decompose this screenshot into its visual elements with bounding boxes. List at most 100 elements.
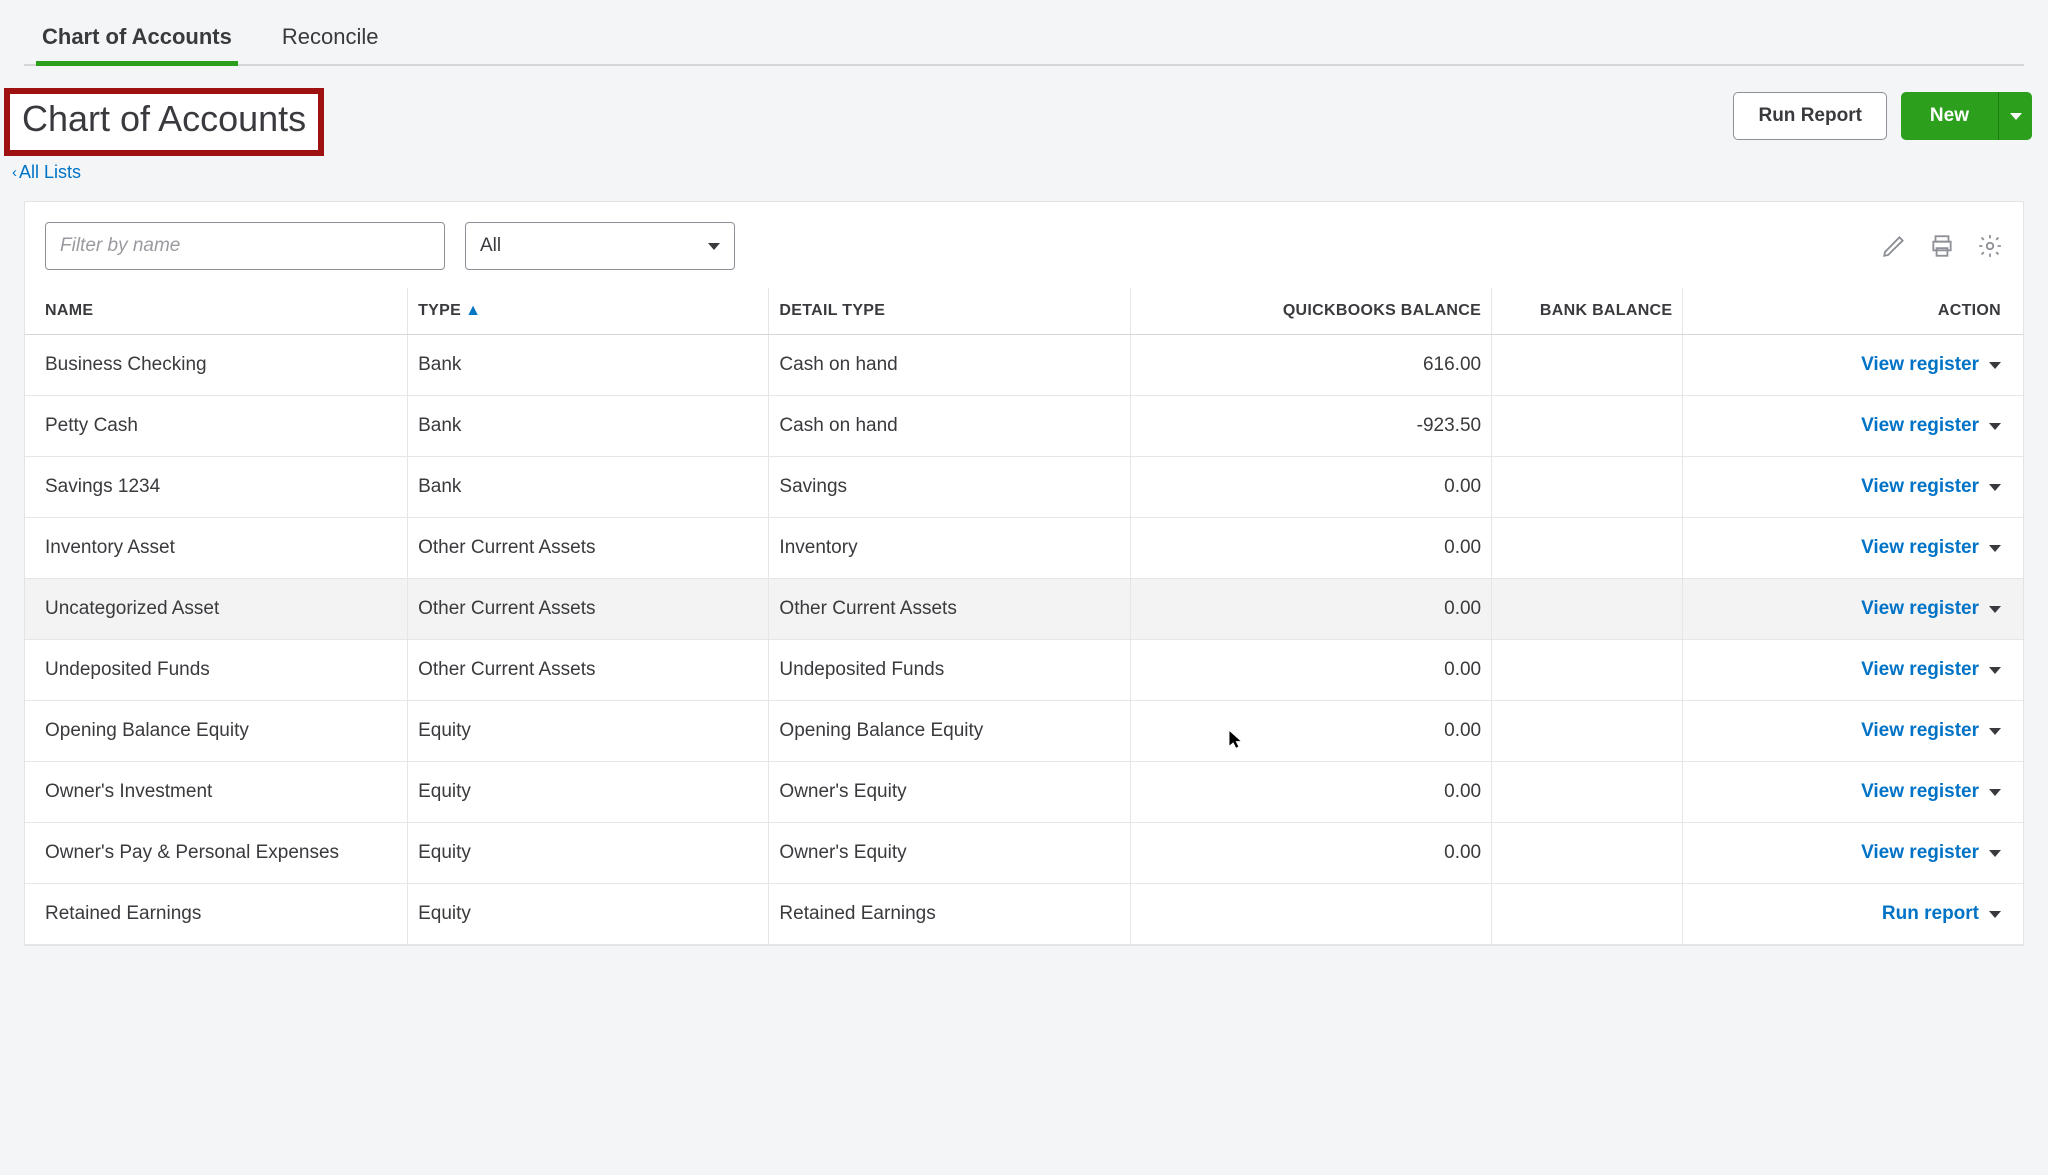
row-action-link[interactable]: View register: [1861, 842, 2001, 864]
column-bank-balance-header[interactable]: BANK BALANCE: [1492, 288, 1683, 335]
tab-chart-of-accounts[interactable]: Chart of Accounts: [42, 24, 232, 64]
row-action-link[interactable]: View register: [1861, 781, 2001, 803]
cell-type: Bank: [408, 335, 769, 396]
cell-detail-type: Undeposited Funds: [769, 640, 1130, 701]
cell-bank-balance: [1492, 396, 1683, 457]
cell-detail-type: Cash on hand: [769, 396, 1130, 457]
column-name-header[interactable]: NAME: [25, 288, 408, 335]
row-action-link[interactable]: View register: [1861, 415, 2001, 437]
row-action-link[interactable]: View register: [1861, 537, 2001, 559]
cell-action: View register: [1683, 640, 2023, 701]
cell-bank-balance: [1492, 457, 1683, 518]
cell-name: Inventory Asset: [25, 518, 408, 579]
page-title: Chart of Accounts: [4, 88, 324, 156]
cell-bank-balance: [1492, 518, 1683, 579]
cell-bank-balance: [1492, 762, 1683, 823]
table-row[interactable]: Uncategorized AssetOther Current AssetsO…: [25, 579, 2023, 640]
chevron-down-icon: [1989, 850, 2001, 857]
cell-detail-type: Opening Balance Equity: [769, 701, 1130, 762]
row-action-link[interactable]: View register: [1861, 598, 2001, 620]
chevron-down-icon: [1989, 606, 2001, 613]
cell-type: Equity: [408, 884, 769, 945]
column-type-header[interactable]: TYPE▲: [408, 288, 769, 335]
cell-action: View register: [1683, 701, 2023, 762]
cell-quickbooks-balance: 0.00: [1130, 823, 1491, 884]
cell-detail-type: Cash on hand: [769, 335, 1130, 396]
cell-type: Bank: [408, 396, 769, 457]
chevron-down-icon: [1989, 362, 2001, 369]
cell-type: Equity: [408, 701, 769, 762]
row-action-link[interactable]: View register: [1861, 354, 2001, 376]
gear-icon[interactable]: [1977, 233, 2003, 259]
table-row[interactable]: Savings 1234BankSavings0.00View register: [25, 457, 2023, 518]
cell-bank-balance: [1492, 640, 1683, 701]
chevron-down-icon: [2010, 113, 2022, 120]
all-lists-link[interactable]: ‹ All Lists: [12, 162, 81, 183]
cell-name: Savings 1234: [25, 457, 408, 518]
tabs: Chart of Accounts Reconcile: [24, 0, 2024, 66]
cell-action: Run report: [1683, 884, 2023, 945]
table-row[interactable]: Owner's InvestmentEquityOwner's Equity0.…: [25, 762, 2023, 823]
filter-by-name-input[interactable]: [45, 222, 445, 270]
cell-type: Equity: [408, 823, 769, 884]
table-row[interactable]: Petty CashBankCash on hand-923.50 View re…: [25, 396, 2023, 457]
row-action-link[interactable]: View register: [1861, 476, 2001, 498]
cell-name: Opening Balance Equity: [25, 701, 408, 762]
cell-action: View register: [1683, 457, 2023, 518]
cell-action: View register: [1683, 762, 2023, 823]
table-row[interactable]: Owner's Pay & Personal ExpensesEquityOwn…: [25, 823, 2023, 884]
cell-detail-type: Owner's Equity: [769, 823, 1130, 884]
cell-action: View register: [1683, 335, 2023, 396]
column-quickbooks-balance-header[interactable]: QUICKBOOKS BALANCE: [1130, 288, 1491, 335]
edit-icon[interactable]: [1881, 233, 1907, 259]
cell-quickbooks-balance: 0.00: [1130, 640, 1491, 701]
chevron-down-icon: [1989, 484, 2001, 491]
chevron-down-icon: [708, 243, 720, 250]
cell-quickbooks-balance: 616.00: [1130, 335, 1491, 396]
cell-detail-type: Retained Earnings: [769, 884, 1130, 945]
chevron-down-icon: [1989, 667, 2001, 674]
cell-type: Other Current Assets: [408, 640, 769, 701]
accounts-card: All NAME TYPE▲: [24, 201, 2024, 946]
row-action-link[interactable]: View register: [1861, 659, 2001, 681]
cell-action: View register: [1683, 823, 2023, 884]
cell-name: Retained Earnings: [25, 884, 408, 945]
cell-quickbooks-balance: 0.00: [1130, 762, 1491, 823]
cell-name: Business Checking: [25, 335, 408, 396]
run-report-button[interactable]: Run Report: [1733, 92, 1886, 140]
tab-reconcile[interactable]: Reconcile: [282, 24, 379, 64]
cell-type: Equity: [408, 762, 769, 823]
print-icon[interactable]: [1929, 233, 1955, 259]
table-row[interactable]: Opening Balance EquityEquityOpening Bala…: [25, 701, 2023, 762]
cell-bank-balance: [1492, 579, 1683, 640]
cell-name: Uncategorized Asset: [25, 579, 408, 640]
cell-bank-balance: [1492, 823, 1683, 884]
chevron-down-icon: [1989, 728, 2001, 735]
cell-bank-balance: [1492, 335, 1683, 396]
cell-name: Petty Cash: [25, 396, 408, 457]
cell-detail-type: Savings: [769, 457, 1130, 518]
column-action-header: ACTION: [1683, 288, 2023, 335]
chevron-down-icon: [1989, 545, 2001, 552]
cell-name: Owner's Investment: [25, 762, 408, 823]
new-button[interactable]: New: [1901, 92, 1998, 140]
row-action-link[interactable]: View register: [1861, 720, 2001, 742]
type-filter-select[interactable]: All: [465, 222, 735, 270]
chevron-left-icon: ‹: [12, 164, 17, 181]
cell-detail-type: Inventory: [769, 518, 1130, 579]
cell-action: View register: [1683, 396, 2023, 457]
all-lists-label: All Lists: [19, 162, 81, 183]
chevron-down-icon: [1989, 911, 2001, 918]
type-filter-value: All: [480, 235, 501, 257]
cell-quickbooks-balance: -923.50: [1130, 396, 1491, 457]
column-detail-type-header[interactable]: DETAIL TYPE: [769, 288, 1130, 335]
table-row[interactable]: Inventory AssetOther Current AssetsInven…: [25, 518, 2023, 579]
sort-asc-icon: ▲: [465, 302, 481, 320]
cell-type: Other Current Assets: [408, 518, 769, 579]
row-action-link[interactable]: Run report: [1882, 903, 2001, 925]
cell-bank-balance: [1492, 884, 1683, 945]
table-row[interactable]: Business CheckingBankCash on hand616.00 V…: [25, 335, 2023, 396]
new-button-dropdown[interactable]: [1998, 92, 2032, 140]
table-row[interactable]: Retained EarningsEquityRetained Earnings…: [25, 884, 2023, 945]
table-row[interactable]: Undeposited FundsOther Current AssetsUnd…: [25, 640, 2023, 701]
